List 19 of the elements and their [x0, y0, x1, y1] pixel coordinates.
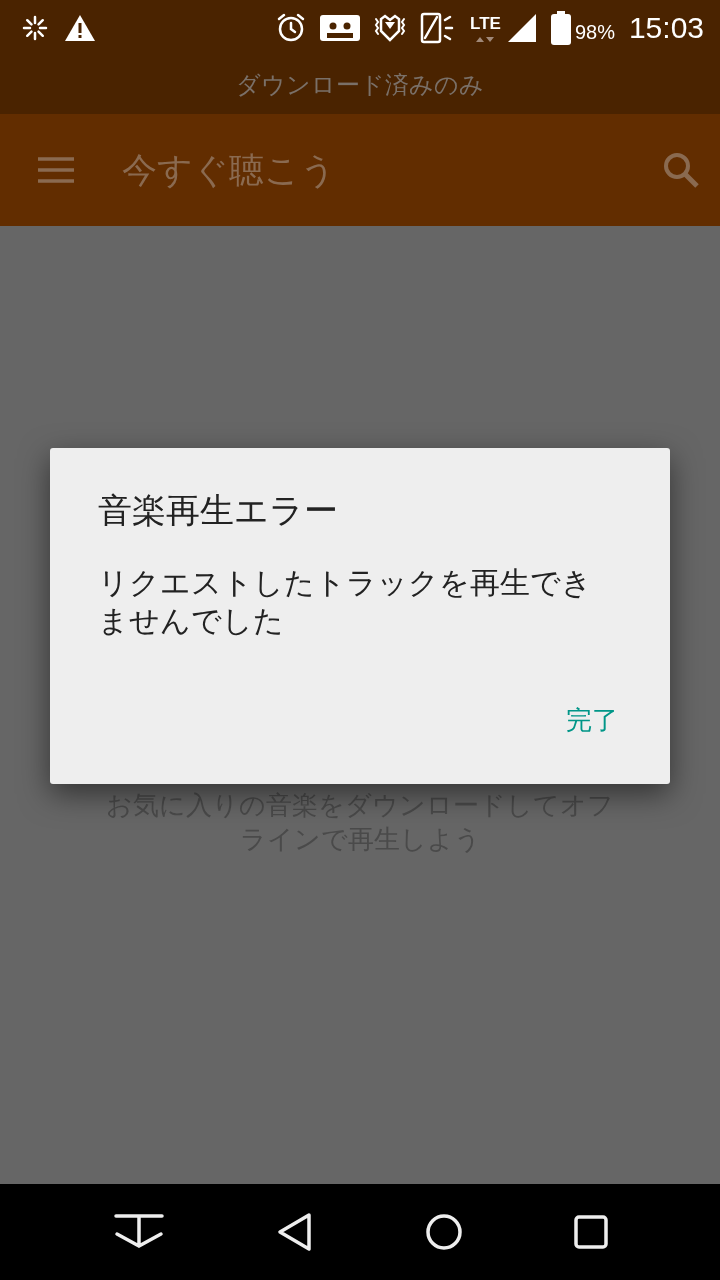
- battery-percent: 98%: [574, 20, 615, 44]
- loading-icon: [20, 13, 50, 43]
- offline-banner-text: ダウンロード済みのみ: [236, 70, 484, 101]
- battery-icon: [550, 11, 571, 45]
- dialog-title: 音楽再生エラー: [98, 489, 339, 532]
- home-icon[interactable]: [424, 1213, 463, 1251]
- warning-icon: [64, 14, 96, 42]
- network-label: LTE: [470, 14, 501, 34]
- back-icon[interactable]: [277, 1212, 314, 1252]
- alarm-icon: [276, 13, 307, 43]
- data-arrows-icon: [475, 36, 496, 42]
- app-bar-title: 今すぐ聴こう: [122, 148, 337, 192]
- recents-icon[interactable]: [574, 1215, 609, 1249]
- signal-icon: [506, 13, 537, 43]
- dialog-message: リクエストしたトラックを再生できませんでした: [98, 564, 593, 640]
- clock-time: 15:03: [628, 11, 704, 45]
- done-button[interactable]: 完了: [556, 695, 628, 746]
- voicemail-icon: [320, 13, 361, 43]
- vibrating-heart-icon: [374, 13, 407, 43]
